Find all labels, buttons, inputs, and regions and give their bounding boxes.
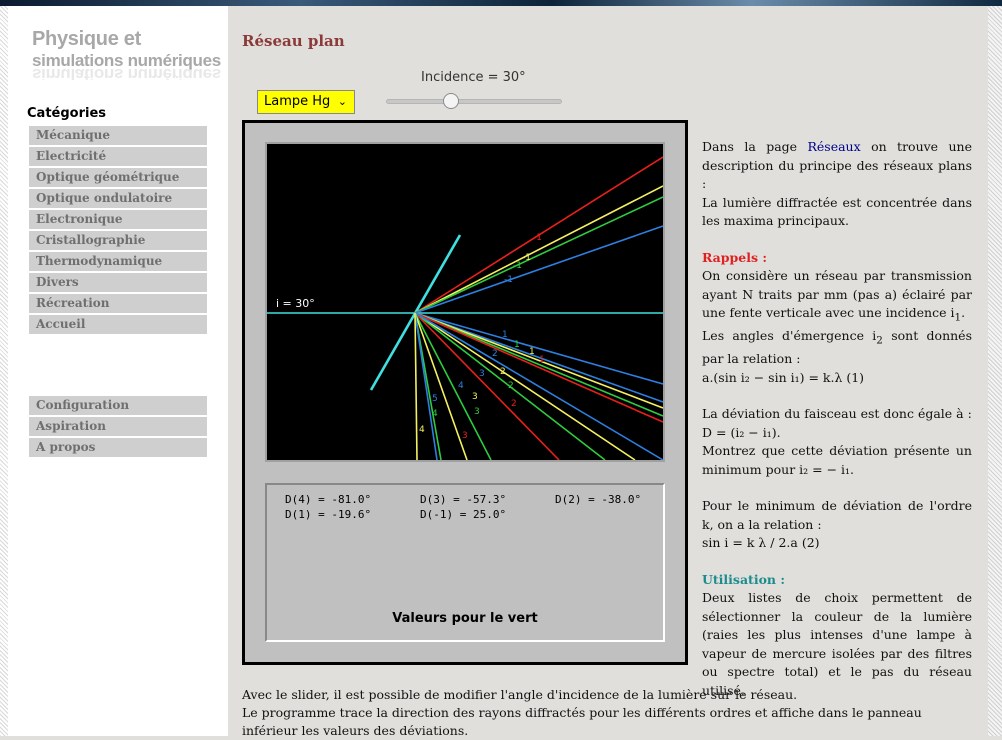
- sidebar-item-mecanique[interactable]: Mécanique: [29, 126, 207, 145]
- rappels-paragraph-1: On considère un réseau par transmission …: [702, 267, 972, 327]
- sidebar-item-optique-ondulatoire[interactable]: Optique ondulatoire: [29, 189, 207, 208]
- sidebar-item-recreation[interactable]: Récreation: [29, 294, 207, 313]
- order-label: 4: [419, 425, 425, 435]
- incidence-slider-thumb[interactable]: [442, 93, 459, 109]
- order-label: 1: [529, 347, 535, 357]
- order-label: 2: [511, 399, 517, 409]
- order-label: 4: [458, 381, 464, 391]
- order-label: 4: [432, 409, 438, 419]
- intro-text-start: Dans la page: [702, 139, 808, 154]
- order-label: 2: [500, 367, 506, 377]
- order-label: -1: [522, 253, 531, 263]
- sidebar-item-optique-geometrique[interactable]: Optique géométrique: [29, 168, 207, 187]
- categories-heading: Catégories: [27, 106, 107, 121]
- order-label: 3: [474, 407, 480, 417]
- order-label: -1: [513, 261, 522, 271]
- subscript: 2: [876, 334, 883, 347]
- bottom-description: Avec le slider, il est possible de modif…: [242, 686, 977, 740]
- utilisation-paragraph: Deux listes de choix permettent de sélec…: [702, 590, 972, 698]
- sidebar-item-electricite[interactable]: Electricité: [29, 147, 207, 166]
- intro-paragraph: Dans la page Réseaux on trouve une descr…: [702, 138, 972, 194]
- order-label: 5: [432, 394, 438, 404]
- sidebar-item-electronique[interactable]: Electronique: [29, 210, 207, 229]
- ray-diffracted: [414, 312, 418, 461]
- category-menu: Mécanique Electricité Optique géométriqu…: [29, 126, 207, 336]
- montrez-paragraph: Montrez que cette déviation présente un …: [702, 443, 972, 477]
- rappels-paragraph-2: Les angles d'émergence i2 sont donnés pa…: [702, 327, 972, 369]
- diffraction-canvas: -1 -1 -1 -1 1 1 1 1 2 2 2 2 3 3 3 3 4 5 4 4 i = 30°: [265, 142, 665, 462]
- rappels-text: Les angles d'émergence i: [702, 328, 877, 343]
- rappels-text: On considère un réseau par transmission …: [702, 268, 972, 320]
- panel-caption: Valeurs pour le vert: [392, 611, 538, 626]
- reseaux-link[interactable]: Réseaux: [807, 139, 860, 154]
- sidebar-item-a-propos[interactable]: A propos: [29, 438, 207, 457]
- page-title: Réseau plan: [242, 32, 345, 50]
- deviation-paragraph: La déviation du faisceau est donc égale …: [702, 406, 972, 421]
- formula-2: D = (i₂ − i₁).: [702, 424, 781, 440]
- deviation-value: D(4) = -81.0°: [285, 493, 372, 506]
- formula-3: sin i = k λ / 2.a (2): [702, 535, 820, 550]
- sidebar-item-divers[interactable]: Divers: [29, 273, 207, 292]
- order-label: 3: [479, 369, 485, 379]
- formula-1: a.(sin i₂ − sin i₁) = k.λ (1): [702, 369, 865, 385]
- order-label: 1: [514, 340, 520, 350]
- incidence-label: Incidence = 30°: [421, 70, 526, 85]
- ray-diffracted: [414, 312, 664, 423]
- sidebar-item-configuration[interactable]: Configuration: [29, 396, 207, 415]
- sidebar-item-thermodynamique[interactable]: Thermodynamique: [29, 252, 207, 271]
- ray-green: [414, 196, 664, 314]
- order-label: 2: [508, 381, 514, 391]
- order-label: 2: [492, 349, 498, 359]
- sidebar-item-accueil[interactable]: Accueil: [29, 315, 207, 334]
- deviation-values-panel: D(4) = -81.0° D(3) = -57.3° D(2) = -38.0…: [265, 483, 665, 642]
- rappels-heading: Rappels :: [702, 249, 767, 265]
- rappels-text-end: .: [961, 305, 966, 320]
- minimum-paragraph: Pour le minimum de déviation de l'ordre …: [702, 498, 972, 532]
- ray-diffracted: [414, 312, 636, 461]
- deviation-value: D(-1) = 25.0°: [420, 508, 507, 521]
- order-label: -1: [504, 275, 513, 285]
- order-label: 1: [539, 355, 545, 365]
- order-label: -1: [533, 233, 542, 243]
- incidence-slider-track[interactable]: [386, 99, 562, 104]
- utilisation-heading: Utilisation :: [702, 571, 785, 587]
- bottom-paragraph-1: Avec le slider, il est possible de modif…: [242, 687, 798, 702]
- site-logo-reflection: simulations numériques: [32, 68, 221, 80]
- order-label: 3: [472, 392, 478, 402]
- bottom-paragraph-2: Le programme trace la direction des rayo…: [242, 705, 922, 738]
- sidebar-item-cristallographie[interactable]: Cristallographie: [29, 231, 207, 250]
- right-pattern-stripe: [988, 6, 1002, 736]
- lamp-select[interactable]: Lampe Hg ⌄: [257, 90, 355, 114]
- deviation-value: D(3) = -57.3°: [420, 493, 507, 506]
- order-label: 1: [502, 330, 508, 340]
- sidebar-item-aspiration[interactable]: Aspiration: [29, 417, 207, 436]
- chevron-down-icon: ⌄: [337, 95, 347, 108]
- order-label: 3: [462, 431, 468, 441]
- ray-diffracted: [414, 312, 664, 385]
- intro-paragraph-2: La lumière diffractée est concentrée dan…: [702, 194, 972, 229]
- diffraction-diagram: -1-1-1-11111222233334544i = 30°: [267, 156, 664, 461]
- incidence-readout: i = 30°: [276, 297, 315, 310]
- site-logo-line1[interactable]: Physique et: [32, 28, 141, 51]
- description-column: Dans la page Réseaux on trouve une descr…: [702, 138, 972, 700]
- deviation-value: D(2) = -38.0°: [555, 493, 642, 506]
- utility-menu: Configuration Aspiration A propos: [29, 396, 207, 459]
- lamp-select-value: Lampe Hg: [264, 94, 331, 109]
- left-pattern-stripe: [0, 6, 8, 736]
- deviation-value: D(1) = -19.6°: [285, 508, 372, 521]
